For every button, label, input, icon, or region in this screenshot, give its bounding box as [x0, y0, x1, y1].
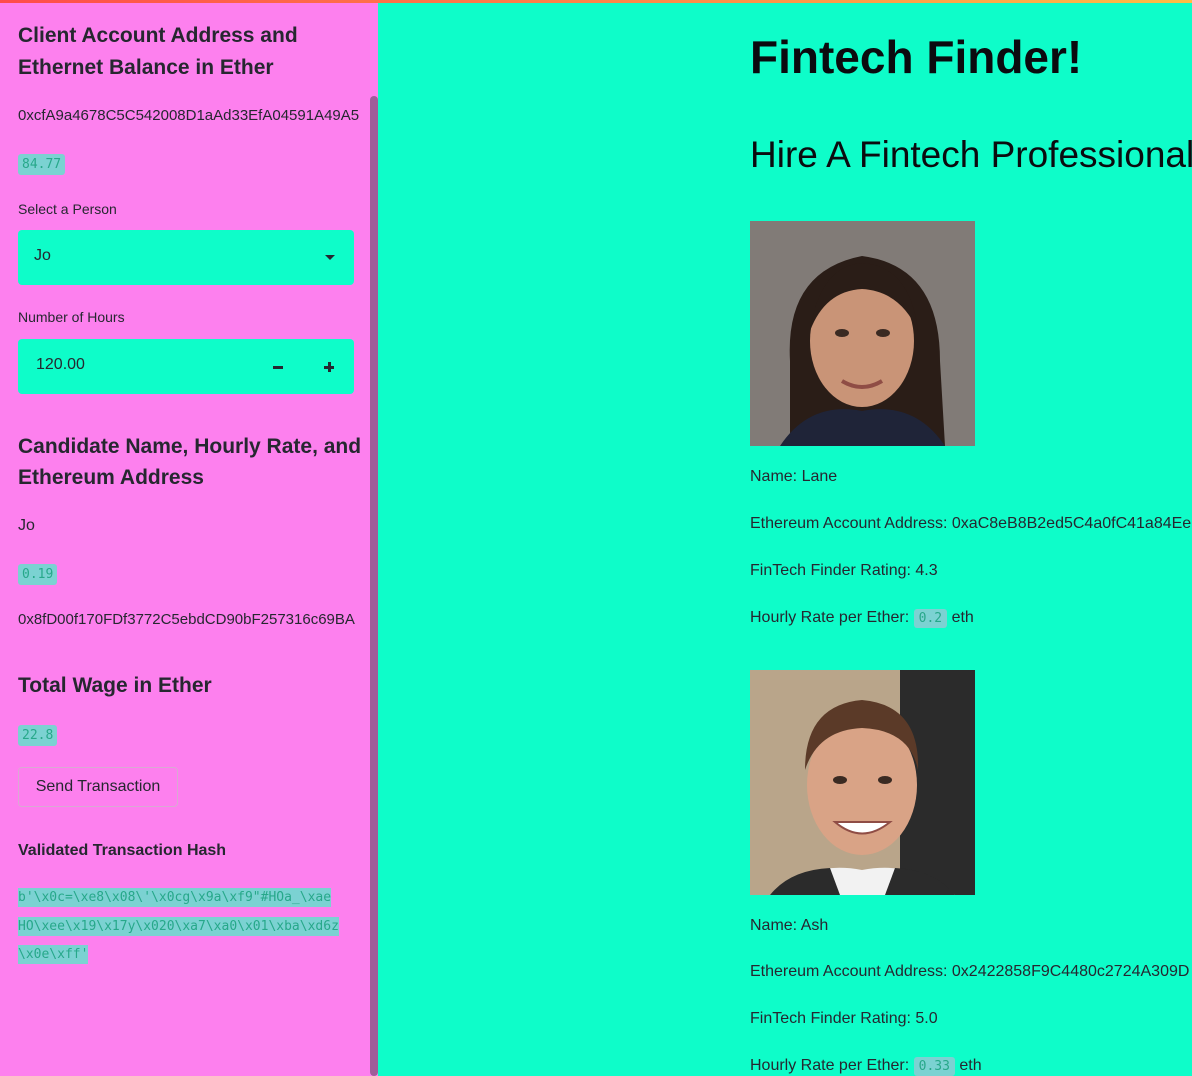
candidate-name-ash: Name: Ash — [750, 917, 829, 934]
increment-button[interactable] — [315, 353, 343, 381]
wage-value: 22.8 — [18, 725, 58, 746]
candidate-rating-ash: FinTech Finder Rating: 5.0 — [750, 1010, 938, 1027]
decrement-button[interactable] — [264, 353, 292, 381]
send-transaction-button[interactable]: Send Transaction — [18, 767, 178, 807]
candidate-name: Jo — [18, 517, 35, 534]
page-title: Fintech Finder! — [750, 31, 1083, 83]
candidate-rate-lane: Hourly Rate per Ether: 0.2 eth — [750, 609, 974, 628]
select-person-label: Select a Person — [18, 201, 117, 217]
candidate-address: 0x8fD00f170FDf3772C5ebdCD90bF257316c69BA — [18, 611, 355, 628]
transaction-hash: b'\x0c=\xe8\x08\'\x0cg\x9a\xf9"#HOa_\xae… — [18, 884, 348, 970]
hash-heading: Validated Transaction Hash — [18, 842, 227, 859]
client-balance: 84.77 — [18, 154, 66, 175]
candidate-photo-lane — [750, 221, 975, 446]
client-heading-line1: Client Account Address and — [18, 24, 298, 47]
client-address: 0xcfA9a4678C5C542008D1aAd33EfA04591A49A5 — [18, 107, 360, 124]
hours-label: Number of Hours — [18, 309, 125, 325]
sidebar: Client Account Address and Ethernet Bala… — [0, 0, 378, 1076]
rate-badge-lane: 0.2 — [913, 609, 948, 628]
candidate-photo-ash — [750, 670, 975, 895]
hash-line3: \x0e\xff' — [18, 945, 89, 964]
hours-value: 120.00 — [36, 356, 85, 373]
main-content: Fintech Finder! Hire A Fintech Professio… — [378, 0, 1192, 1076]
candidate-name-lane: Name: Lane — [750, 468, 838, 485]
candidate-rate: 0.19 — [18, 564, 58, 585]
candidate-rating-lane: FinTech Finder Rating: 4.3 — [750, 562, 938, 579]
page-subtitle: Hire A Fintech Professional — [750, 134, 1192, 175]
person-select[interactable]: Jo — [18, 230, 354, 285]
wage-heading: Total Wage in Ether — [18, 674, 212, 697]
top-decoration-bar — [0, 0, 1192, 3]
hash-line2: HO\xee\x19\x17y\x020\xa7\xa0\x01\xba\xd6… — [18, 916, 339, 936]
hours-number-input[interactable]: 120.00 — [18, 339, 354, 394]
sidebar-scrollbar[interactable] — [370, 96, 378, 1076]
candidate-heading-line2: Ethereum Address — [18, 466, 204, 489]
candidate-address-ash: Ethereum Account Address: 0x2422858F9C44… — [750, 963, 1190, 980]
hash-line1: b'\x0c=\xe8\x08\'\x0cg\x9a\xf9"#HOa_\xae — [18, 888, 332, 907]
candidate-rate-ash: Hourly Rate per Ether: 0.33 eth — [750, 1057, 982, 1076]
rate-badge-ash: 0.33 — [913, 1057, 955, 1076]
minus-icon — [273, 366, 283, 369]
candidate-heading-line1: Candidate Name, Hourly Rate, and — [18, 435, 362, 458]
person-select-value: Jo — [34, 247, 51, 264]
client-heading-line2: Ethernet Balance in Ether — [18, 56, 274, 79]
chevron-down-icon — [325, 255, 335, 260]
candidate-address-lane: Ethereum Account Address: 0xaC8eB8B2ed5C… — [750, 515, 1192, 532]
